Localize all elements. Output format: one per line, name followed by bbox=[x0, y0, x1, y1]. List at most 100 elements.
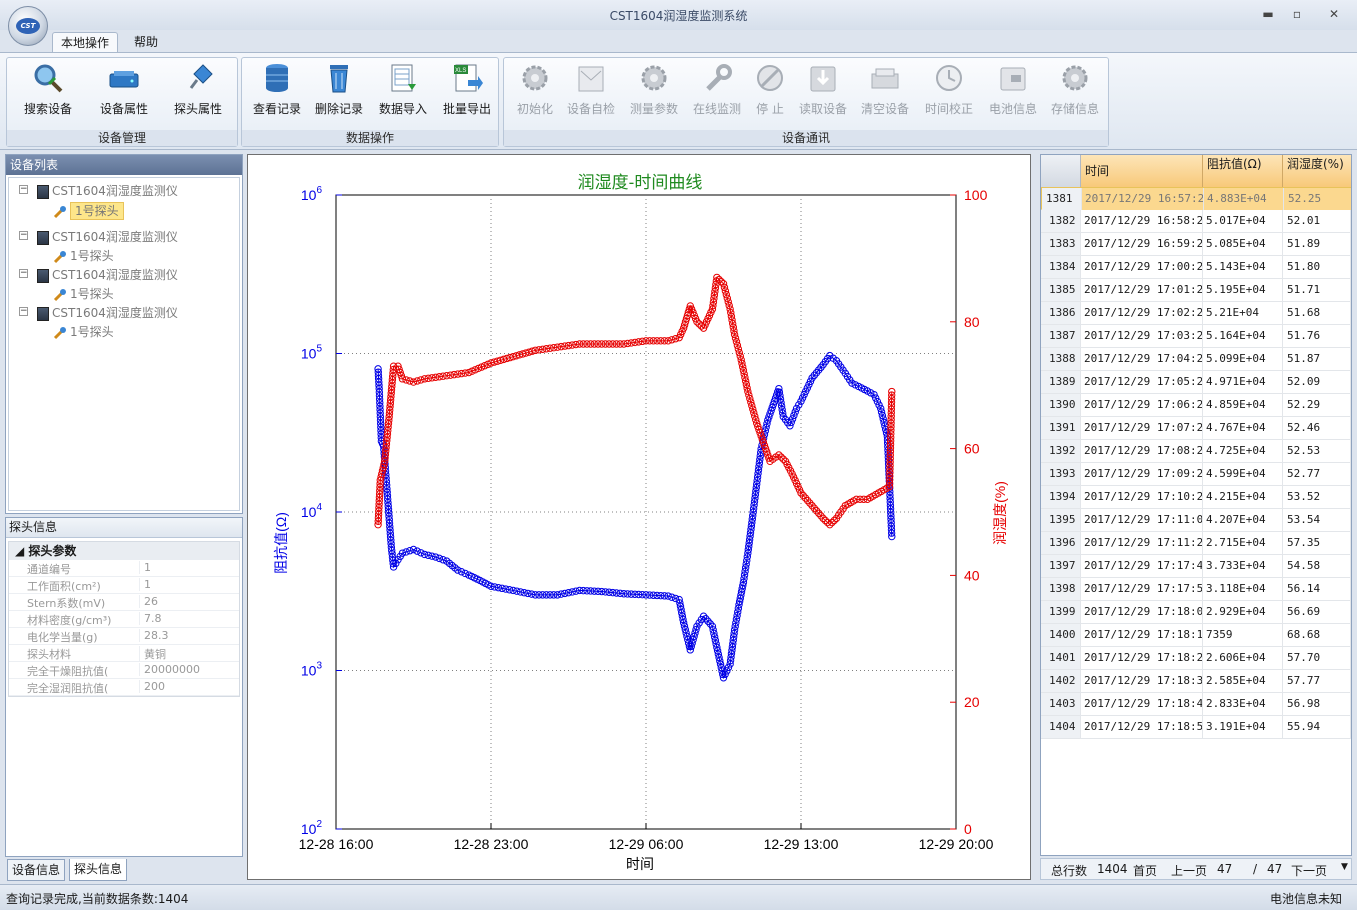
tab-probe-info[interactable]: 探头信息 bbox=[69, 859, 128, 881]
measure-params-label: 测量参数 bbox=[629, 102, 678, 116]
time-cell: 2017/12/29 17:08:29 bbox=[1081, 440, 1203, 462]
scroll-down-icon[interactable]: ▼ bbox=[1341, 862, 1348, 872]
group-device-communication: 初始化 设备自检 测量参数 在线监测 停 止 读取设备 清空设备 时间校正 电池… bbox=[503, 57, 1109, 147]
group-data-operations: 查看记录 删除记录 数据导入 XLS 批量导出 数据操作 bbox=[241, 57, 499, 147]
table-row[interactable]: 1393 2017/12/29 17:09:29 4.599E+04 52.77 bbox=[1041, 463, 1351, 486]
table-row[interactable]: 1399 2017/12/29 17:18:03 2.929E+04 56.69 bbox=[1041, 601, 1351, 624]
maximize-button[interactable]: ▫ bbox=[1287, 6, 1307, 22]
impedance-cell: 3.191E+04 bbox=[1203, 716, 1283, 738]
prev-page-button[interactable]: 上一页 bbox=[1171, 862, 1207, 879]
tree-device-3[interactable]: CST1604润湿度监测仪 bbox=[37, 266, 178, 283]
tab-help[interactable]: 帮助 bbox=[126, 32, 166, 53]
batch-export-button[interactable]: XLS 批量导出 bbox=[436, 60, 498, 118]
property-row[interactable]: 完全干燥阻抗值(20000000 bbox=[9, 662, 239, 679]
col-header-impedance[interactable]: 阻抗值(Ω) bbox=[1203, 155, 1283, 187]
self-check-button[interactable]: 设备自检 bbox=[562, 60, 620, 118]
search-device-button[interactable]: 搜索设备 bbox=[15, 60, 81, 118]
table-row[interactable]: 1383 2017/12/29 16:59:29 5.085E+04 51.89 bbox=[1041, 233, 1351, 256]
current-page-input[interactable]: 47 bbox=[1217, 862, 1232, 876]
property-row[interactable]: 完全湿润阻抗值(200 bbox=[9, 679, 239, 696]
collapse-toggle[interactable]: − bbox=[19, 231, 28, 240]
table-row[interactable]: 1382 2017/12/29 16:58:29 5.017E+04 52.01 bbox=[1041, 210, 1351, 233]
tree-probe-4[interactable]: 1号探头 bbox=[53, 323, 114, 340]
property-row[interactable]: 电化学当量(g) 28.3 bbox=[9, 628, 239, 645]
property-row[interactable]: 材料密度(g/cm³) 7.8 bbox=[9, 611, 239, 628]
table-row[interactable]: 1395 2017/12/29 17:11:08 4.207E+04 53.54 bbox=[1041, 509, 1351, 532]
tree-probe-3[interactable]: 1号探头 bbox=[53, 285, 114, 302]
property-row[interactable]: 通道编号 1 bbox=[9, 560, 239, 577]
clear-device-button[interactable]: 清空设备 bbox=[856, 60, 914, 118]
table-row[interactable]: 1400 2017/12/29 17:18:13 7359 68.68 bbox=[1041, 624, 1351, 647]
property-category[interactable]: ◢ 探头参数 bbox=[9, 542, 239, 560]
view-records-button[interactable]: 查看记录 bbox=[246, 60, 308, 118]
first-page-button[interactable]: 首页 bbox=[1133, 862, 1157, 879]
table-row[interactable]: 1381 2017/12/29 16:57:29 4.883E+04 52.25 bbox=[1041, 187, 1351, 210]
tab-device-info[interactable]: 设备信息 bbox=[7, 859, 66, 881]
table-row[interactable]: 1403 2017/12/29 17:18:43 2.833E+04 56.98 bbox=[1041, 693, 1351, 716]
table-row[interactable]: 1397 2017/12/29 17:17:43 3.733E+04 54.58 bbox=[1041, 555, 1351, 578]
device-icon bbox=[37, 306, 49, 321]
minimize-button[interactable]: ▬ bbox=[1258, 6, 1278, 22]
table-row[interactable]: 1398 2017/12/29 17:17:53 3.118E+04 56.14 bbox=[1041, 578, 1351, 601]
prop-key: 完全干燥阻抗值( bbox=[27, 665, 109, 678]
group-device-management: 搜索设备 设备属性 探头属性 设备管理 bbox=[6, 57, 238, 147]
impedance-cell: 4.725E+04 bbox=[1203, 440, 1283, 462]
storage-info-button[interactable]: 存储信息 bbox=[1044, 60, 1106, 118]
probe-props-button[interactable]: 探头属性 bbox=[165, 60, 231, 118]
tree-device-4[interactable]: CST1604润湿度监测仪 bbox=[37, 304, 178, 321]
table-row[interactable]: 1404 2017/12/29 17:18:53 3.191E+04 55.94 bbox=[1041, 716, 1351, 739]
next-page-button[interactable]: 下一页 bbox=[1291, 862, 1327, 879]
prop-key: Stern系数(mV) bbox=[27, 597, 106, 610]
x-tick-label: 12-29 13:00 bbox=[764, 836, 839, 852]
device-icon bbox=[37, 184, 49, 199]
table-row[interactable]: 1402 2017/12/29 17:18:33 2.585E+04 57.77 bbox=[1041, 670, 1351, 693]
table-row[interactable]: 1396 2017/12/29 17:11:24 2.715E+04 57.35 bbox=[1041, 532, 1351, 555]
ribbon: 搜索设备 设备属性 探头属性 设备管理 查看记录 删除记录 数据导入 XLS 批… bbox=[0, 52, 1357, 150]
table-row[interactable]: 1390 2017/12/29 17:06:29 4.859E+04 52.29 bbox=[1041, 394, 1351, 417]
tab-local-ops[interactable]: 本地操作 bbox=[52, 32, 119, 53]
delete-records-button[interactable]: 删除记录 bbox=[308, 60, 370, 118]
time-cell: 2017/12/29 17:17:53 bbox=[1081, 578, 1203, 600]
collapse-toggle[interactable]: − bbox=[19, 307, 28, 316]
table-row[interactable]: 1385 2017/12/29 17:01:29 5.195E+04 51.71 bbox=[1041, 279, 1351, 302]
table-row[interactable]: 1387 2017/12/29 17:03:29 5.164E+04 51.76 bbox=[1041, 325, 1351, 348]
col-header-time[interactable]: 时间 bbox=[1081, 155, 1203, 187]
close-button[interactable]: ✕ bbox=[1324, 6, 1344, 22]
col-header-humidity[interactable]: 润湿度(%) bbox=[1283, 155, 1351, 187]
battery-info-button[interactable]: 电池信息 bbox=[982, 60, 1044, 118]
property-row[interactable]: 探头材料 黄铜 bbox=[9, 645, 239, 662]
read-device-button[interactable]: 读取设备 bbox=[794, 60, 852, 118]
measure-params-button[interactable]: 测量参数 bbox=[624, 60, 684, 118]
device-name: CST1604润湿度监测仪 bbox=[52, 268, 178, 282]
property-row[interactable]: 工作面积(cm²) 1 bbox=[9, 577, 239, 594]
battery-info-label: 电池信息 bbox=[988, 102, 1037, 116]
collapse-toggle[interactable]: − bbox=[19, 269, 28, 278]
prop-value: 20000000 bbox=[139, 663, 243, 676]
table-row[interactable]: 1389 2017/12/29 17:05:29 4.971E+04 52.09 bbox=[1041, 371, 1351, 394]
collapse-toggle[interactable]: − bbox=[19, 185, 28, 194]
device-props-button[interactable]: 设备属性 bbox=[91, 60, 157, 118]
row-index-cell: 1393 bbox=[1041, 463, 1081, 485]
table-row[interactable]: 1394 2017/12/29 17:10:29 4.215E+04 53.52 bbox=[1041, 486, 1351, 509]
impedance-cell: 5.164E+04 bbox=[1203, 325, 1283, 347]
table-row[interactable]: 1384 2017/12/29 17:00:29 5.143E+04 51.80 bbox=[1041, 256, 1351, 279]
time-sync-button[interactable]: 时间校正 bbox=[918, 60, 980, 118]
tree-probe-1[interactable]: 1号探头 bbox=[53, 202, 124, 220]
tree-device-1[interactable]: CST1604润湿度监测仪 bbox=[37, 182, 178, 199]
table-row[interactable]: 1392 2017/12/29 17:08:29 4.725E+04 52.53 bbox=[1041, 440, 1351, 463]
category-label: 探头参数 bbox=[28, 544, 77, 558]
import-data-button[interactable]: 数据导入 bbox=[372, 60, 434, 118]
probe-name: 1号探头 bbox=[70, 325, 114, 339]
app-logo[interactable]: CST bbox=[8, 6, 48, 46]
stop-button[interactable]: 停 止 bbox=[744, 60, 796, 118]
tree-probe-2[interactable]: 1号探头 bbox=[53, 247, 114, 264]
property-row[interactable]: Stern系数(mV) 26 bbox=[9, 594, 239, 611]
table-row[interactable]: 1391 2017/12/29 17:07:29 4.767E+04 52.46 bbox=[1041, 417, 1351, 440]
init-button[interactable]: 初始化 bbox=[506, 60, 564, 118]
impedance-cell: 4.971E+04 bbox=[1203, 371, 1283, 393]
table-row[interactable]: 1401 2017/12/29 17:18:23 2.606E+04 57.70 bbox=[1041, 647, 1351, 670]
table-row[interactable]: 1388 2017/12/29 17:04:29 5.099E+04 51.87 bbox=[1041, 348, 1351, 371]
online-monitor-button[interactable]: 在线监测 bbox=[686, 60, 748, 118]
tree-device-2[interactable]: CST1604润湿度监测仪 bbox=[37, 228, 178, 245]
table-row[interactable]: 1386 2017/12/29 17:02:29 5.21E+04 51.68 bbox=[1041, 302, 1351, 325]
